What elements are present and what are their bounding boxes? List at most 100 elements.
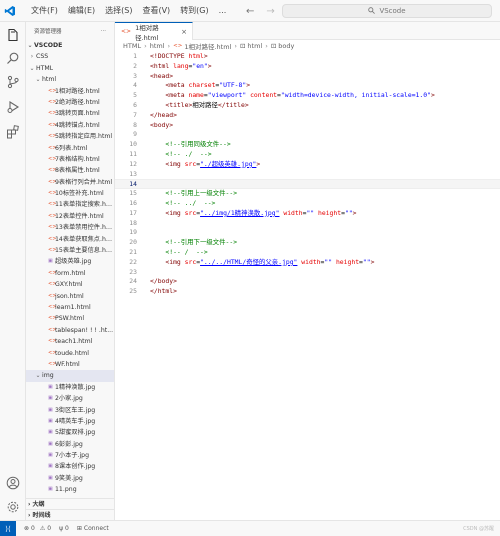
code-line[interactable]: 19 xyxy=(115,228,500,238)
breadcrumb-item[interactable]: html xyxy=(247,42,262,50)
code-line[interactable]: 9 xyxy=(115,130,500,140)
back-arrow-icon[interactable]: ← xyxy=(246,6,254,17)
tree-file[interactable]: ▣ 5甜蜜双排.jpg xyxy=(26,427,114,438)
tree-file[interactable]: <> 13表单禁用控件.ht... xyxy=(26,222,114,233)
chevron-right-icon: › xyxy=(265,42,268,50)
tree-file[interactable]: <> 11表单指定搜索.ht... xyxy=(26,199,114,210)
code-line[interactable]: 21 <!-- / --> xyxy=(115,248,500,258)
tree-file[interactable]: ▣ 9笑美.jpg xyxy=(26,473,114,484)
tree-file[interactable]: <> PSW.html xyxy=(26,313,114,324)
code-line[interactable]: 12 <img src="./超级英雄.jpg"> xyxy=(115,160,500,170)
timeline-section[interactable]: › 时间线 xyxy=(26,509,114,520)
tree-file[interactable]: <> 12表单控件.html xyxy=(26,211,114,222)
tree-file[interactable]: <> 15表单主要信息.ht... xyxy=(26,245,114,256)
tree-folder[interactable]: › CSS xyxy=(26,51,114,62)
explorer-header: 资源管理器 ··· xyxy=(26,22,114,40)
tree-file[interactable]: <> json.html xyxy=(26,291,114,302)
menu-file[interactable]: 文件(F) xyxy=(26,0,63,22)
tree-file[interactable]: <> 6列表.html xyxy=(26,143,114,154)
tree-file[interactable]: <> 9表格行列合并.html xyxy=(26,177,114,188)
code-line[interactable]: 23 xyxy=(115,268,500,278)
tree-folder[interactable]: ⌄ img xyxy=(26,370,114,382)
tree-file[interactable]: <> 5跳转指定应用.html xyxy=(26,131,114,142)
breadcrumb-item[interactable]: HTML xyxy=(123,42,141,50)
tree-item-label: 5甜蜜双排.jpg xyxy=(55,429,96,437)
errors-status[interactable]: ⊗ 0 ⚠ 0 xyxy=(24,525,51,532)
tree-file[interactable]: ▣ 11.png xyxy=(26,484,114,495)
forward-arrow-icon[interactable]: → xyxy=(266,6,274,17)
tree-file[interactable]: <> 1相对路径.html xyxy=(26,86,114,97)
code-line[interactable]: 11 <!-- ./ --> xyxy=(115,150,500,160)
tree-file[interactable]: <> form.html xyxy=(26,268,114,279)
tree-folder[interactable]: ⌄ HTML xyxy=(26,63,114,74)
code-line[interactable]: 24 </body> xyxy=(115,277,500,287)
tree-file[interactable]: <> 7表格结构.html xyxy=(26,154,114,165)
code-line[interactable]: 25 </html> xyxy=(115,287,500,297)
explorer-icon[interactable] xyxy=(4,26,22,44)
tree-file[interactable]: ▣ 7小本子.jpg xyxy=(26,450,114,461)
account-icon[interactable] xyxy=(4,474,22,492)
workspace-root[interactable]: ⌄ VSCODE xyxy=(26,40,114,51)
code-line[interactable]: 3 <head> xyxy=(115,72,500,82)
tree-file[interactable]: <> toude.html xyxy=(26,348,114,359)
run-debug-icon[interactable] xyxy=(4,98,22,116)
ports-status[interactable]: ψ 0 xyxy=(59,525,69,532)
search-view-icon[interactable] xyxy=(4,49,22,67)
more-actions-button[interactable]: ··· xyxy=(101,28,106,34)
breadcrumb-item[interactable]: html xyxy=(150,42,165,50)
command-center-search[interactable]: VScode xyxy=(282,4,492,18)
tree-folder[interactable]: ⌄ html xyxy=(26,74,114,85)
code-line[interactable]: 4 <meta charset="UTF-8"> xyxy=(115,81,500,91)
code-line[interactable]: 2 <html lang="en"> xyxy=(115,62,500,72)
tree-file[interactable]: ▣ 4晴英车手.jpg xyxy=(26,416,114,427)
code-line[interactable]: 8 <body> xyxy=(115,121,500,131)
chevron-right-icon: › xyxy=(28,500,31,508)
breadcrumb-item[interactable]: 1相对路径.html xyxy=(184,41,231,51)
code-line[interactable]: 15 <!--引用上一级文件--> xyxy=(115,189,500,199)
code-line[interactable]: 7 </head> xyxy=(115,111,500,121)
tree-file[interactable]: <> 8表格属性.html xyxy=(26,165,114,176)
menu-view[interactable]: 查看(V) xyxy=(137,0,175,22)
tree-file[interactable]: <> tablespan! ! ! .ht... xyxy=(26,325,114,336)
tree-file[interactable]: ▣ 2小家.jpg xyxy=(26,393,114,404)
extensions-icon[interactable] xyxy=(4,123,22,141)
connect-status[interactable]: ⊞ Connect xyxy=(77,525,109,532)
code-line[interactable]: 1 <!DOCTYPE html> xyxy=(115,52,500,62)
tree-file[interactable]: ▣ 1精神涣散.jpg xyxy=(26,382,114,393)
code-line[interactable]: 20 <!--引用下一级文件--> xyxy=(115,238,500,248)
menu-more[interactable]: ... xyxy=(214,0,232,22)
code-line[interactable]: 6 <title>相对路径</title> xyxy=(115,101,500,111)
code-line[interactable]: 22 <img src="../../HTML/奇怪的父亲.jpg" width… xyxy=(115,258,500,268)
code-line[interactable]: 17 <img src="../img/1精神涣散.jpg" width="" … xyxy=(115,209,500,219)
source-control-icon[interactable] xyxy=(4,73,22,91)
breadcrumb-item[interactable]: body xyxy=(278,42,294,50)
code-line[interactable]: 13 xyxy=(115,170,500,180)
code-line[interactable]: 14 xyxy=(115,179,500,190)
tab-1-relative-path[interactable]: <> 1相对路径.html × xyxy=(115,22,193,42)
tree-file[interactable]: ▣ 超级英雄.jpg xyxy=(26,256,114,267)
tree-file[interactable]: ▣ 8课本创作.jpg xyxy=(26,461,114,472)
tree-file[interactable]: <> 14表单获取焦点.ht... xyxy=(26,234,114,245)
outline-section[interactable]: › 大纲 xyxy=(26,498,114,509)
tree-file[interactable]: <> GXY.html xyxy=(26,279,114,290)
code-line[interactable]: 5 <meta name="viewport" content="width=d… xyxy=(115,91,500,101)
tree-file[interactable]: <> 4跳转锚点.html xyxy=(26,120,114,131)
gear-icon[interactable] xyxy=(4,498,22,516)
tree-file[interactable]: <> teach1.html xyxy=(26,336,114,347)
tree-file[interactable]: <> WF.html xyxy=(26,359,114,370)
tree-file[interactable]: ▣ 3街区车王.jpg xyxy=(26,405,114,416)
tree-file[interactable]: <> 2绝对路径.html xyxy=(26,97,114,108)
remote-icon[interactable]: ⟩⟨ xyxy=(0,521,16,536)
tree-file[interactable]: <> 3跳转页面.html xyxy=(26,108,114,119)
tree-file[interactable]: ▣ 6彭彭.jpg xyxy=(26,439,114,450)
code-line[interactable]: 18 xyxy=(115,219,500,229)
tree-file[interactable]: <> learn1.html xyxy=(26,302,114,313)
menu-edit[interactable]: 编辑(E) xyxy=(63,0,100,22)
code-editor[interactable]: 1 <!DOCTYPE html> 2 <html lang="en"> 3 <head>… xyxy=(115,52,500,520)
code-line[interactable]: 10 <!--引用同级文件--> xyxy=(115,140,500,150)
menu-go[interactable]: 转到(G) xyxy=(175,0,213,22)
menu-selection[interactable]: 选择(S) xyxy=(100,0,137,22)
code-line[interactable]: 16 <!-- ../ --> xyxy=(115,199,500,209)
tree-file[interactable]: <> 10标签补充.html xyxy=(26,188,114,199)
close-icon[interactable]: × xyxy=(181,28,187,36)
